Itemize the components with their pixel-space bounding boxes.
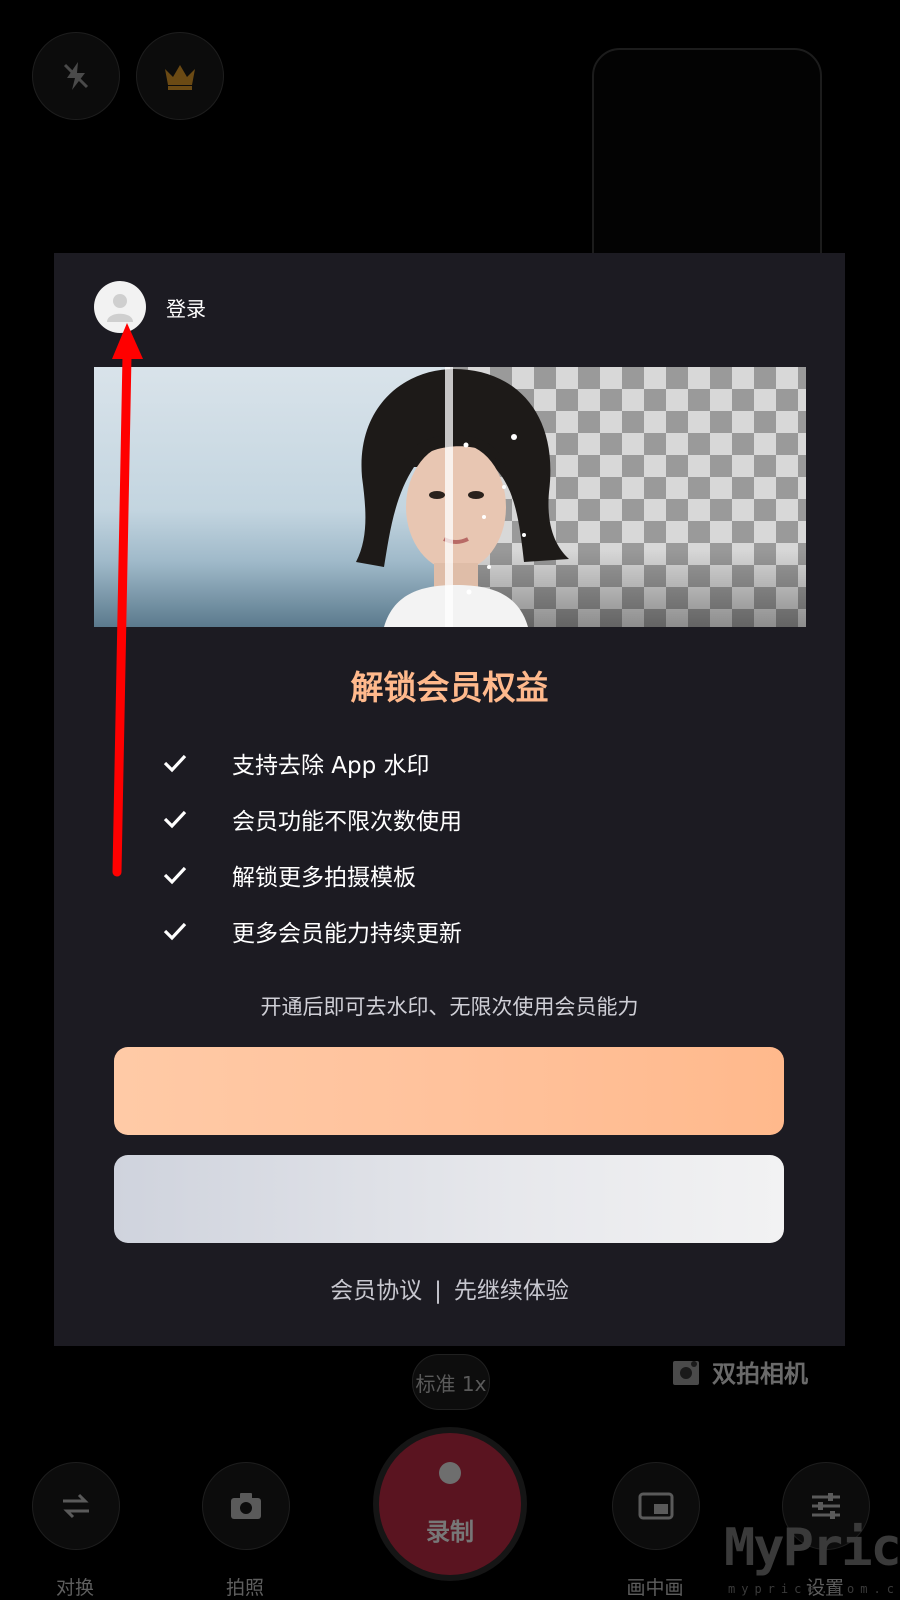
login-label[interactable]: 登录 — [166, 293, 206, 322]
secondary-option-button[interactable] — [114, 1155, 784, 1243]
check-icon — [162, 809, 198, 829]
subscription-note: 开通后即可去水印、无限次使用会员能力 — [260, 995, 639, 1019]
crown-icon — [165, 65, 195, 90]
user-avatar-icon — [107, 294, 133, 322]
hero-image-background-removal — [94, 367, 806, 627]
flash-off-button[interactable] — [32, 32, 120, 120]
footer-separator: | — [434, 1278, 442, 1304]
dual-camera-label: 双拍相机 — [712, 1360, 808, 1388]
dual-camera-icon — [673, 1360, 699, 1385]
benefit-text: 更多会员能力持续更新 — [232, 921, 462, 947]
record-dot-icon — [439, 1461, 461, 1484]
site-watermark: MyPrice — [724, 1518, 900, 1578]
benefit-text: 会员功能不限次数使用 — [232, 809, 462, 835]
dual-camera-mode[interactable]: 双拍相机 — [672, 1354, 808, 1389]
camera-icon — [231, 1493, 261, 1519]
pip-label: 画中画 — [626, 1577, 684, 1599]
record-button[interactable]: 录制 — [373, 1427, 527, 1581]
zoom-label: 标准 1x — [415, 1371, 487, 1396]
zoom-selector[interactable]: 标准 1x — [412, 1354, 490, 1410]
check-icon — [162, 921, 198, 941]
photo-mode-button[interactable] — [202, 1462, 290, 1550]
photo-mode-label: 拍照 — [225, 1577, 264, 1599]
switch-camera-button[interactable] — [32, 1462, 120, 1550]
membership-modal: 登录 解锁会员权益 支持去除 App 水印 会员功能不限次数使用 解锁更多拍摄模… — [54, 253, 845, 1346]
list-item: 会员功能不限次数使用 — [162, 791, 462, 847]
before-after-illustration — [94, 367, 806, 627]
list-item: 支持去除 App 水印 — [162, 735, 462, 791]
benefit-text: 解锁更多拍摄模板 — [232, 865, 416, 891]
list-item: 解锁更多拍摄模板 — [162, 847, 462, 903]
check-icon — [162, 865, 198, 885]
benefit-list: 支持去除 App 水印 会员功能不限次数使用 解锁更多拍摄模板 更多会员能力持续… — [162, 735, 462, 959]
switch-camera-label: 对换 — [55, 1577, 94, 1599]
subscribe-button[interactable] — [114, 1047, 784, 1135]
flash-off-icon — [63, 62, 89, 90]
picture-in-picture-button[interactable] — [612, 1462, 700, 1550]
pip-icon — [638, 1492, 674, 1520]
sliders-icon — [812, 1493, 840, 1519]
swap-icon — [63, 1493, 89, 1519]
benefit-text: 支持去除 App 水印 — [232, 753, 430, 779]
continue-trial-link[interactable]: 先继续体验 — [454, 1278, 569, 1304]
list-item: 更多会员能力持续更新 — [162, 903, 462, 959]
login-entry[interactable]: 登录 — [94, 281, 206, 333]
modal-title: 解锁会员权益 — [350, 668, 549, 707]
vip-crown-button[interactable] — [136, 32, 224, 120]
check-icon — [162, 753, 198, 773]
site-watermark-url: myprice.com.cn — [728, 1582, 900, 1596]
modal-footer: 会员协议 | 先继续体验 — [54, 1271, 845, 1305]
record-label: 录制 — [426, 1517, 474, 1546]
avatar[interactable] — [94, 281, 146, 333]
member-agreement-link[interactable]: 会员协议 — [330, 1278, 422, 1304]
